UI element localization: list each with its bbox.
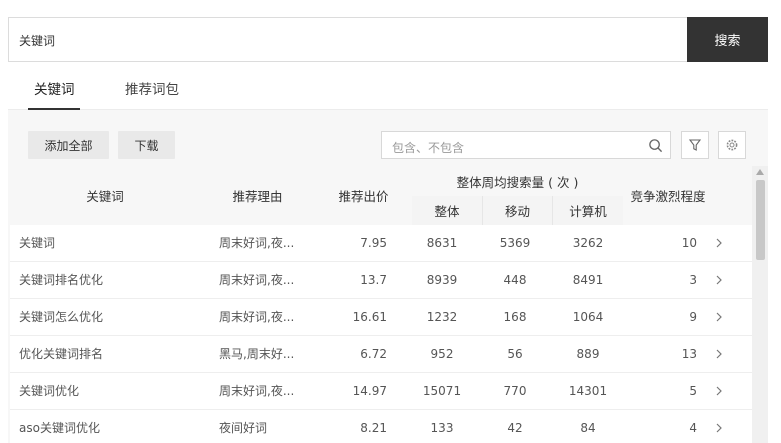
bid-cell: 6.72 bbox=[360, 347, 387, 361]
reason-cell: 夜间好词 bbox=[219, 421, 268, 435]
header-mobile[interactable]: 移动 bbox=[483, 196, 553, 225]
scroll-thumb[interactable] bbox=[756, 180, 765, 260]
table-row[interactable]: aso关键词优化 夜间好词 8.21 133 42 84 4 bbox=[10, 410, 752, 443]
overall-cell: 133 bbox=[430, 421, 454, 435]
bid-cell: 13.7 bbox=[360, 273, 387, 287]
header-keyword[interactable]: 关键词 bbox=[10, 166, 200, 225]
table-row[interactable]: 关键词排名优化 周末好词,夜... 13.7 8939 448 8491 3 bbox=[10, 262, 752, 299]
header-overall[interactable]: 整体 bbox=[412, 196, 483, 225]
pc-cell: 8491 bbox=[572, 273, 604, 287]
bid-cell: 14.97 bbox=[352, 384, 387, 398]
keyword-panel: 添加全部 下载 包含、不包含 关键词 推荐理由 推荐出价 整体周均搜索量 ( 次… bbox=[8, 110, 768, 443]
gear-icon bbox=[726, 139, 738, 151]
chevron-right-icon[interactable] bbox=[713, 347, 725, 361]
filter-input[interactable]: 包含、不包含 bbox=[381, 131, 671, 159]
keyword-cell: 关键词 bbox=[19, 236, 56, 250]
tab-bar: 关键词 推荐词包 bbox=[8, 62, 768, 110]
header-competition[interactable]: 竞争激烈程度 bbox=[623, 166, 713, 225]
pc-cell: 14301 bbox=[568, 384, 608, 398]
reason-cell: 周末好词,夜... bbox=[219, 384, 295, 398]
keyword-cell: 优化关键词排名 bbox=[19, 347, 104, 361]
chevron-right-icon[interactable] bbox=[713, 273, 725, 287]
keyword-table: 关键词 推荐理由 推荐出价 整体周均搜索量 ( 次 ) 整体 移动 计算机 竞争… bbox=[10, 166, 752, 443]
chevron-right-icon[interactable] bbox=[713, 384, 725, 398]
download-button[interactable]: 下载 bbox=[118, 131, 175, 159]
keyword-cell: 关键词优化 bbox=[19, 384, 80, 398]
search-bar[interactable]: 关键词 搜索 bbox=[8, 17, 768, 62]
filter-placeholder: 包含、不包含 bbox=[392, 141, 465, 155]
keyword-cell: 关键词怎么优化 bbox=[19, 310, 104, 324]
chevron-right-icon[interactable] bbox=[713, 421, 725, 435]
mobile-cell: 42 bbox=[507, 421, 523, 435]
settings-button[interactable] bbox=[718, 131, 746, 159]
competition-cell: 10 bbox=[681, 236, 697, 250]
add-all-button[interactable]: 添加全部 bbox=[28, 131, 109, 159]
filter-icon bbox=[688, 139, 702, 151]
competition-cell: 3 bbox=[689, 273, 697, 287]
reason-cell: 周末好词,夜... bbox=[219, 273, 295, 287]
keyword-cell: 关键词排名优化 bbox=[19, 273, 104, 287]
table-row[interactable]: 关键词怎么优化 周末好词,夜... 16.61 1232 168 1064 9 bbox=[10, 299, 752, 336]
triangle-up-icon[interactable] bbox=[756, 169, 764, 175]
mobile-cell: 448 bbox=[503, 273, 527, 287]
competition-cell: 9 bbox=[689, 310, 697, 324]
bid-cell: 7.95 bbox=[360, 236, 387, 250]
keyword-cell: aso关键词优化 bbox=[19, 421, 100, 435]
table-row[interactable]: 关键词优化 周末好词,夜... 14.97 15071 770 14301 5 bbox=[10, 373, 752, 410]
search-button[interactable]: 搜索 bbox=[687, 17, 768, 62]
table-row[interactable]: 关键词 周末好词,夜... 7.95 8631 5369 3262 10 bbox=[10, 225, 752, 262]
competition-cell: 5 bbox=[689, 384, 697, 398]
mobile-cell: 168 bbox=[503, 310, 527, 324]
competition-cell: 13 bbox=[681, 347, 697, 361]
tab-recommended-packages[interactable]: 推荐词包 bbox=[125, 78, 179, 98]
mobile-cell: 5369 bbox=[499, 236, 531, 250]
chevron-right-icon[interactable] bbox=[713, 236, 725, 250]
bid-cell: 8.21 bbox=[360, 421, 387, 435]
chevron-right-icon[interactable] bbox=[713, 310, 725, 324]
overall-cell: 1232 bbox=[426, 310, 458, 324]
header-recommended-bid[interactable]: 推荐出价 bbox=[315, 166, 412, 225]
bid-cell: 16.61 bbox=[352, 310, 387, 324]
pc-cell: 1064 bbox=[572, 310, 604, 324]
mobile-cell: 770 bbox=[503, 384, 527, 398]
pc-cell: 3262 bbox=[572, 236, 604, 250]
tab-keywords[interactable]: 关键词 bbox=[34, 78, 75, 98]
reason-cell: 周末好词,夜... bbox=[219, 310, 295, 324]
header-weekly-search-volume: 整体周均搜索量 ( 次 ) bbox=[456, 174, 579, 190]
competition-cell: 4 bbox=[689, 421, 697, 435]
reason-cell: 周末好词,夜... bbox=[219, 236, 295, 250]
header-reason[interactable]: 推荐理由 bbox=[200, 166, 315, 225]
filter-button[interactable] bbox=[681, 131, 709, 159]
table-scrollbar[interactable] bbox=[752, 166, 768, 443]
pc-cell: 889 bbox=[576, 347, 600, 361]
overall-cell: 8939 bbox=[426, 273, 458, 287]
table-row[interactable]: 优化关键词排名 黑马,周末好... 6.72 952 56 889 13 bbox=[10, 336, 752, 373]
overall-cell: 8631 bbox=[426, 236, 458, 250]
pc-cell: 84 bbox=[580, 421, 596, 435]
search-icon[interactable] bbox=[648, 138, 663, 153]
overall-cell: 15071 bbox=[422, 384, 462, 398]
header-pc[interactable]: 计算机 bbox=[553, 196, 623, 225]
mobile-cell: 56 bbox=[507, 347, 523, 361]
overall-cell: 952 bbox=[430, 347, 454, 361]
reason-cell: 黑马,周末好... bbox=[219, 347, 295, 361]
search-input[interactable]: 关键词 bbox=[19, 32, 55, 49]
